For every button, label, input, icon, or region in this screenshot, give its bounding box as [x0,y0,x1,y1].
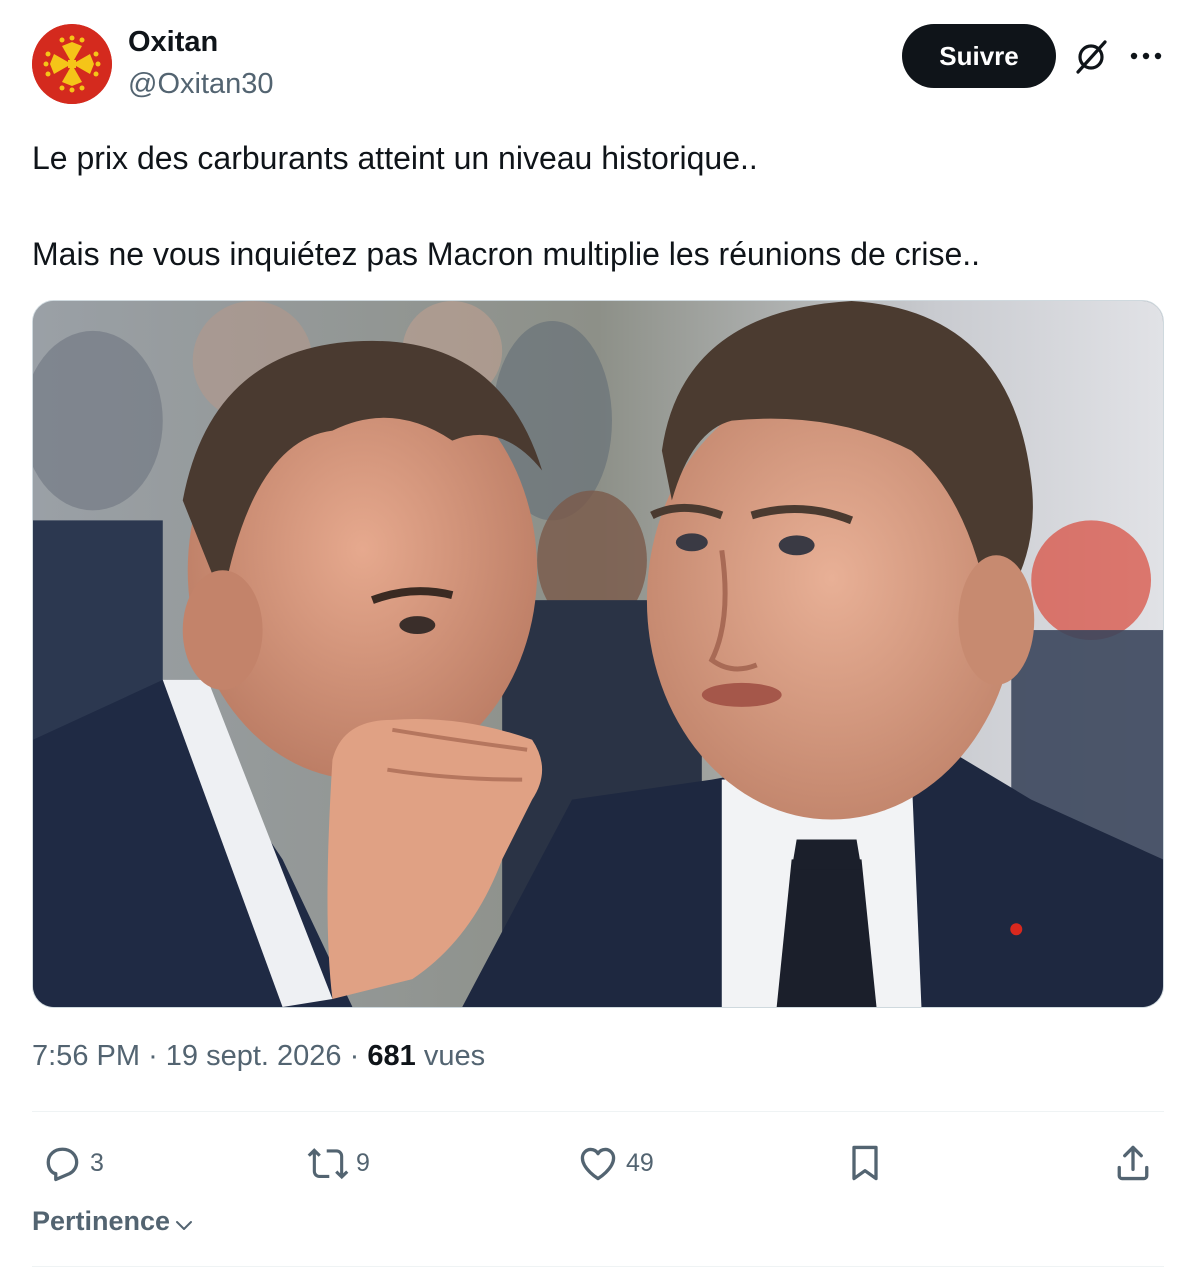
photo-illustration [33,301,1163,1007]
reply-button[interactable]: 3 [40,1138,104,1188]
tweet-photo[interactable] [32,300,1164,1008]
share-button[interactable] [1111,1138,1155,1188]
author-name[interactable]: Oxitan [128,26,218,59]
tweet-text: Le prix des carburants atteint un niveau… [32,134,1162,278]
meta-separator: · [349,1040,360,1072]
repost-count: 9 [356,1148,370,1177]
follow-button[interactable]: Suivre [902,24,1056,88]
bookmark-icon [852,1145,878,1181]
like-count: 49 [626,1148,654,1177]
sort-label: Pertinence [32,1206,171,1236]
author-avatar[interactable] [32,24,112,104]
tweet-time[interactable]: 7:56 PM [32,1040,140,1072]
heart-icon [580,1147,616,1181]
occitan-cross-icon [32,24,112,104]
views-label: vues [423,1040,486,1072]
tweet-meta: 7:56 PM · 19 sept. 2026 · 681 vues [32,1040,485,1073]
sort-dropdown[interactable]: Pertinence [32,1206,196,1237]
repost-button[interactable]: 9 [306,1138,370,1188]
tweet-date[interactable]: 19 sept. 2026 [166,1040,342,1072]
reply-icon [46,1147,79,1182]
tweet-text-line: Le prix des carburants atteint un niveau… [32,140,758,176]
views-count: 681 [367,1040,416,1072]
tweet-text-line: Mais ne vous inquiétez pas Macron multip… [32,236,981,272]
repost-icon [307,1148,349,1180]
like-button[interactable]: 49 [576,1138,654,1188]
author-handle[interactable]: @Oxitan30 [128,68,274,101]
bookmark-button[interactable] [843,1138,887,1188]
tweet-card: Oxitan @Oxitan30 Suivre Le prix des carb… [0,0,1196,1268]
chevron-down-icon [176,1220,193,1230]
more-options-icon[interactable] [1128,42,1164,70]
reply-count: 3 [90,1148,104,1177]
grok-icon[interactable] [1072,38,1110,76]
divider [32,1111,1164,1112]
share-icon [1117,1145,1149,1181]
meta-separator: · [148,1040,158,1072]
divider [32,1266,1164,1267]
